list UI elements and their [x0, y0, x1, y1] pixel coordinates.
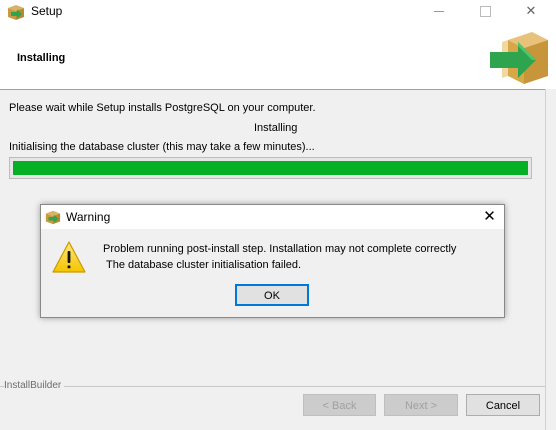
wait-message: Please wait while Setup installs Postgre…	[9, 102, 316, 114]
dialog-message-line1: Problem running post-install step. Insta…	[103, 243, 457, 255]
cancel-button[interactable]: Cancel	[466, 394, 540, 416]
warning-icon	[52, 241, 86, 273]
progress-bar-fill	[13, 161, 528, 175]
installer-box-arrow-icon	[490, 32, 548, 84]
window-title: Setup	[31, 4, 63, 18]
installer-box-icon	[45, 210, 61, 225]
minimize-icon	[434, 11, 444, 12]
page-title: Installing	[17, 52, 66, 64]
close-button[interactable]: ✕	[508, 0, 554, 24]
back-button[interactable]: < Back	[303, 394, 376, 416]
dialog-message-line2: The database cluster initialisation fail…	[106, 259, 302, 271]
close-icon: ✕	[483, 208, 496, 225]
window-titlebar[interactable]: Setup ✕	[0, 0, 556, 24]
status-label: Installing	[254, 122, 298, 134]
dialog-title: Warning	[66, 210, 111, 224]
ok-button[interactable]: OK	[235, 284, 309, 306]
footer-divider	[0, 386, 545, 387]
maximize-button[interactable]	[462, 0, 508, 24]
current-step-text: Initialising the database cluster (this …	[9, 141, 315, 153]
close-icon: ✕	[525, 3, 537, 18]
progress-bar	[9, 157, 532, 179]
window-edge	[545, 89, 556, 430]
maximize-icon	[480, 6, 491, 17]
page-header: Installing	[0, 24, 556, 90]
dialog-close-button[interactable]: ✕	[475, 205, 504, 229]
dialog-titlebar[interactable]: Warning ✕	[41, 205, 504, 229]
brand-label: InstallBuilder	[4, 380, 65, 391]
warning-dialog: Warning ✕ Problem running post-install s…	[40, 204, 505, 318]
setup-window: Setup ✕ Installing Please wait while Set…	[0, 0, 556, 430]
minimize-button[interactable]	[416, 0, 462, 24]
next-button[interactable]: Next >	[384, 394, 458, 416]
installer-box-icon	[8, 5, 24, 20]
